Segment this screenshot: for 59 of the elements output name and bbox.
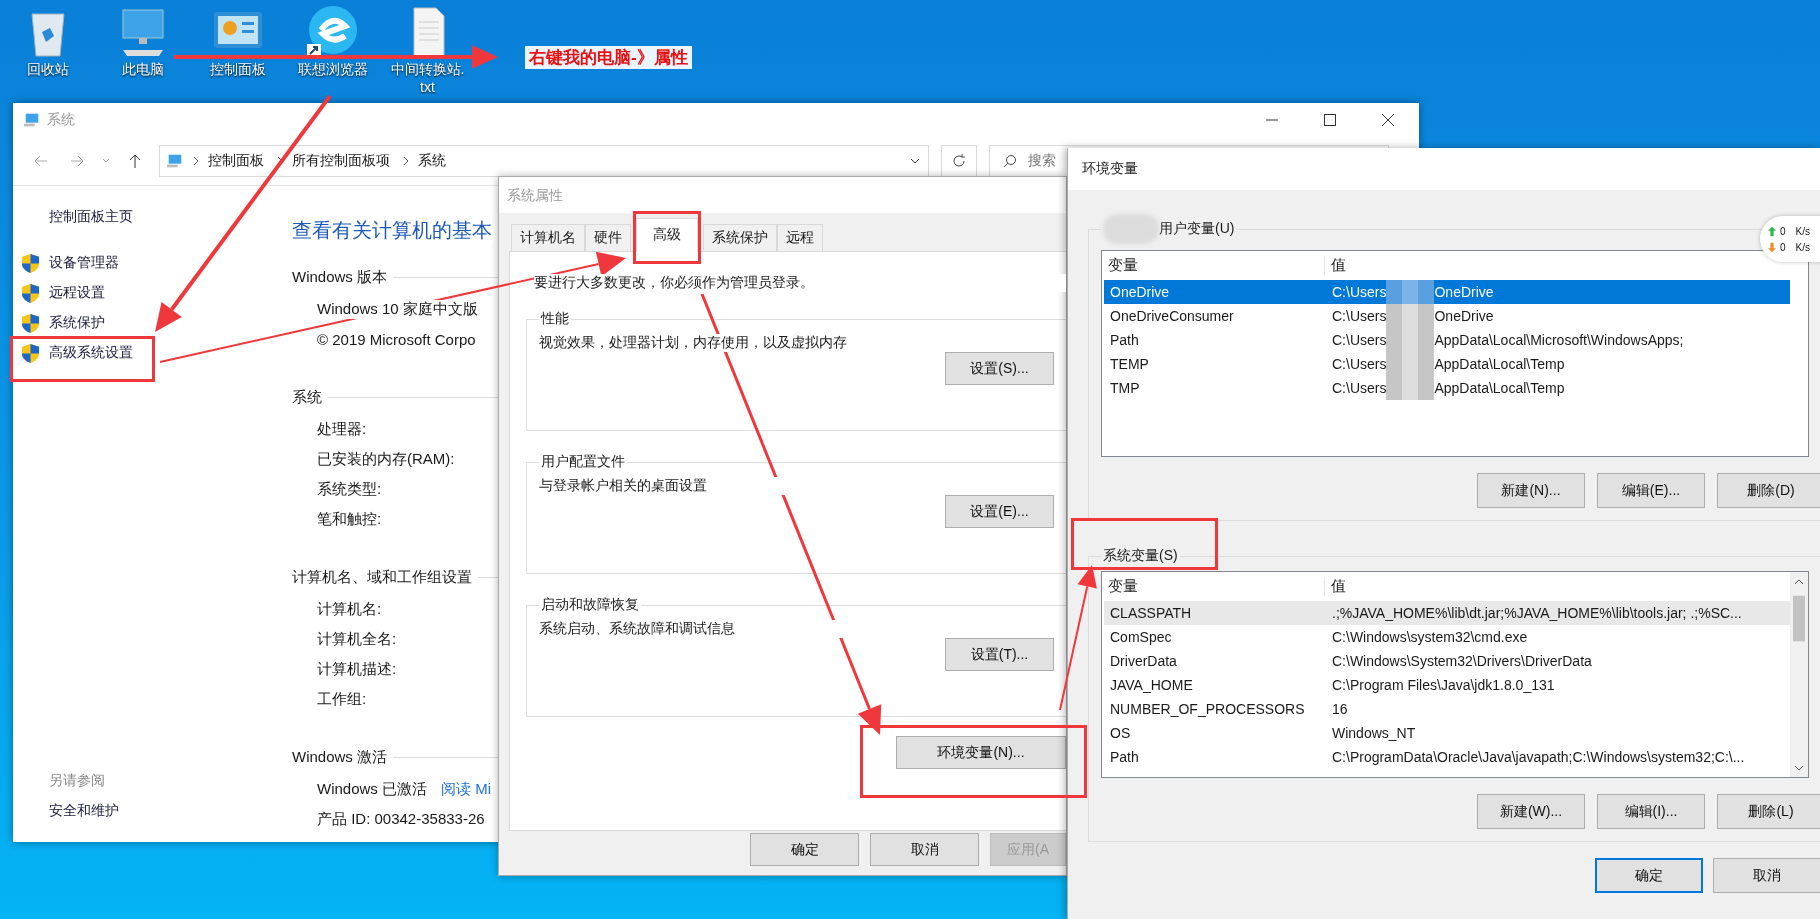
group-title: 用户变量(U) [1159,220,1235,238]
info-label: 已安装的内存(RAM): [317,449,455,469]
speed-unit: K/s [1795,225,1810,237]
variable-name: TMP [1109,380,1141,396]
variable-value: C:\Users [1332,308,1387,324]
variable-value: OneDrive [1434,308,1494,324]
info-label: 处理器: [317,419,367,439]
info-label: Windows 10 家庭中文版 [317,299,478,319]
dialog-title: 环境变量 [1082,160,1138,178]
window-title: 系统 [47,111,75,129]
variable-name: NUMBER_OF_PROCESSORS [1109,701,1306,717]
info-label: 计算机描述: [317,659,397,679]
info-label: 工作组: [317,689,367,709]
info-label: Windows 已激活 [317,779,428,799]
variable-name: CLASSPATH [1109,605,1193,621]
variable-value: AppData\Local\Temp [1434,380,1565,396]
variable-value: Windows_NT [1331,725,1416,741]
info-label: 计算机全名: [317,629,397,649]
variable-value: C:\Users [1332,284,1387,300]
group-title: 启动和故障恢复 [540,596,640,614]
variable-name: Path [1109,332,1140,348]
variable-value: OneDrive [1434,284,1494,300]
info-label: 系统类型: [317,479,382,499]
info-label: 笔和触控: [317,509,382,529]
variable-value: 16 [1331,701,1348,717]
variable-value: C:\Users [1332,380,1387,396]
variable-value: AppData\Local\Temp [1434,356,1565,372]
info-label: 产品 ID: 00342-35833-26 [317,809,485,829]
variable-name: DriverData [1109,653,1178,669]
annotation-note: 右键我的电脑-》属性 [525,46,692,69]
group-title: 用户配置文件 [540,453,626,471]
dialog-title: 系统属性 [499,177,1066,213]
speed-unit: K/s [1795,241,1810,253]
see-also-heading: 另请参阅 [49,772,106,790]
speed-value: 0 [1780,225,1786,237]
section-title: Windows 版本 [292,267,388,287]
group-title: 系统变量(S) [1103,547,1178,565]
variable-name: ComSpec [1109,629,1173,645]
info-label: 计算机名: [317,599,382,619]
variable-name: OneDriveConsumer [1109,308,1235,324]
speed-value: 0 [1780,241,1786,253]
variable-value: AppData\Local\Microsoft\WindowsApps; [1434,332,1684,348]
variable-name: Path [1109,749,1140,765]
group-title: 性能 [539,310,570,328]
variable-value: C:\ProgramData\Oracle\Java\javapath;C:\Windows\system32;C:\... [1331,749,1745,765]
variable-name: JAVA_HOME [1109,677,1194,693]
section-title: 系统 [292,387,322,407]
search-placeholder: 搜索 [1028,152,1056,170]
variable-name: OS [1109,725,1132,741]
variable-name: TEMP [1109,356,1150,372]
variable-value: C:\Windows\System32\Drivers\DriverData [1331,653,1592,669]
variable-value: C:\Windows\system32\cmd.exe [1331,629,1528,645]
variable-name: OneDrive [1109,284,1171,300]
variable-value: C:\Users [1332,356,1387,372]
variable-value: C:\Users [1332,332,1387,348]
section-title: Windows 激活 [292,747,388,767]
section-title: 计算机名、域和工作组设置 [292,567,472,587]
variable-value: C:\Program Files\Java\jdk1.8.0_131 [1331,677,1555,693]
variable-value: .;%JAVA_HOME%\lib\dt.jar;%JAVA_HOME%\lib\tools.jar; .;%SC... [1331,605,1742,621]
